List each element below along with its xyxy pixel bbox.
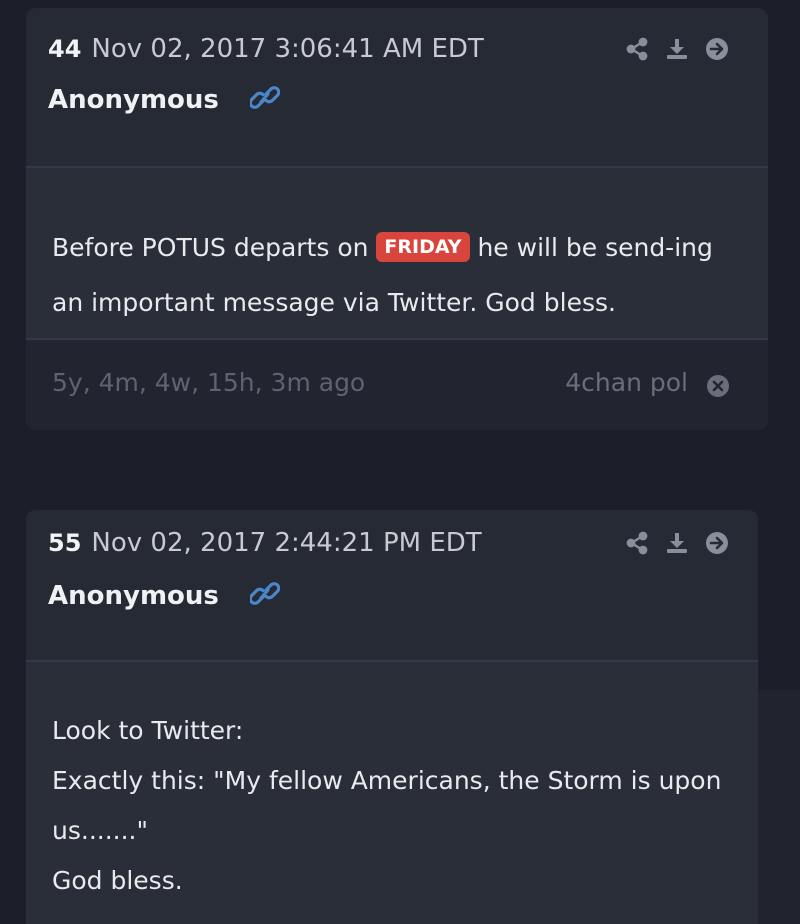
link-icon[interactable] [248,84,281,119]
post-meta: 55 Nov 02, 2017 2:44:21 PM EDT [48,528,482,558]
post-age: 5y, 4m, 4w, 15h, 3m ago [52,368,366,397]
post-number: 55 [48,529,82,557]
message-line: Look to Twitter: [52,716,244,745]
side-strip [758,690,800,924]
friday-tag: FRIDAY [376,232,470,262]
link-icon[interactable] [248,580,281,615]
post-author: Anonymous [48,85,219,115]
post-header: 44 Nov 02, 2017 3:06:41 AM EDT Anonymous [26,8,768,166]
arrow-right-circle-icon[interactable] [704,530,730,556]
post-actions [624,36,730,62]
post-footer: 5y, 4m, 4w, 15h, 3m ago 4chan pol [26,340,768,430]
post-separator [0,430,800,510]
arrow-right-circle-icon[interactable] [704,36,730,62]
post-date: Nov 02, 2017 3:06:41 AM EDT [91,34,484,64]
download-icon[interactable] [664,530,690,556]
post-meta: 44 Nov 02, 2017 3:06:41 AM EDT [48,34,484,64]
message-line: Exactly this: "My fellow Americans, the … [52,766,722,845]
message-line: God bless. [52,866,183,895]
post-message: Look to Twitter: Exactly this: "My fello… [52,706,728,906]
post-date: Nov 02, 2017 2:44:21 PM EDT [91,528,482,558]
post-message: Before POTUS departs on FRIDAY he will b… [52,220,738,330]
post-header: 55 Nov 02, 2017 2:44:21 PM EDT Anonymous [26,510,758,660]
post-author-line: Anonymous [48,84,281,119]
post-card: 44 Nov 02, 2017 3:06:41 AM EDT Anonymous [26,8,768,430]
post-author: Anonymous [48,581,219,611]
page: 44 Nov 02, 2017 3:06:41 AM EDT Anonymous [0,0,800,924]
message-text: Before POTUS departs on [52,233,377,262]
share-icon[interactable] [624,36,650,62]
post-author-line: Anonymous [48,580,281,615]
post-body: Look to Twitter: Exactly this: "My fello… [26,660,758,924]
share-icon[interactable] [624,530,650,556]
post-source[interactable]: 4chan pol [565,368,688,397]
post-card: 55 Nov 02, 2017 2:44:21 PM EDT Anonymous [26,510,758,924]
download-icon[interactable] [664,36,690,62]
post-body: Before POTUS departs on FRIDAY he will b… [26,166,768,340]
close-circle-icon[interactable] [706,374,730,398]
post-number: 44 [48,35,82,63]
post-actions [624,530,730,556]
